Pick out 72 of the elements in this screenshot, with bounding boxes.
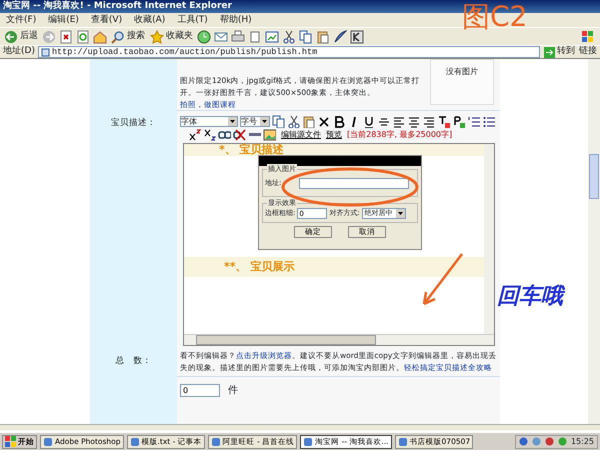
- page-icon: [40, 48, 50, 56]
- toolbar-button[interactable]: 后退: [3, 30, 39, 44]
- subscript-icon[interactable]: [203, 128, 216, 141]
- copy-icon[interactable]: [299, 30, 313, 44]
- delete-icon[interactable]: [317, 115, 330, 128]
- toolbar-button[interactable]: 搜索: [110, 30, 146, 44]
- address-text: http://upload.taobao.com/auction/publish/publish.htm: [52, 47, 318, 57]
- image-icon[interactable]: [263, 128, 276, 141]
- align-center-icon[interactable]: [407, 115, 420, 128]
- links-button[interactable]: 链接: [579, 45, 597, 59]
- windows-logo-icon: [5, 436, 16, 447]
- editor-scrollbar[interactable]: [484, 144, 494, 334]
- dropdown-arrow-icon: [396, 209, 405, 218]
- unit-label: 件: [228, 384, 238, 398]
- address-field[interactable]: http://upload.taobao.com/auction/publish/publish.htm: [38, 46, 540, 58]
- text-color-icon[interactable]: [437, 115, 450, 128]
- menu-item[interactable]: 帮助(H): [220, 13, 252, 27]
- clipboard-icon[interactable]: [302, 115, 315, 128]
- annotation-note: 回车哦: [497, 280, 563, 313]
- page-icon[interactable]: [248, 30, 262, 44]
- font-select[interactable]: 字体: [180, 116, 238, 127]
- address-input[interactable]: [299, 178, 410, 189]
- scissors-icon[interactable]: [287, 115, 300, 128]
- dropdown-arrow-icon: [260, 117, 269, 126]
- align-left-icon[interactable]: [392, 115, 405, 128]
- chart-window-icon[interactable]: [265, 30, 279, 44]
- bold-icon[interactable]: [332, 115, 345, 128]
- k-icon[interactable]: [350, 30, 364, 44]
- preview-link[interactable]: 预览: [326, 128, 342, 140]
- clock: 15:25: [570, 436, 594, 448]
- envelope-icon[interactable]: [214, 30, 228, 44]
- numbered-list-icon[interactable]: [467, 115, 480, 128]
- menu-item[interactable]: 编辑(E): [48, 13, 79, 27]
- source-link[interactable]: 编辑源文件: [281, 128, 321, 140]
- align-right-icon[interactable]: [422, 115, 435, 128]
- character-counter: [当前2838字, 最多25000字]: [347, 128, 452, 140]
- refresh-icon[interactable]: [76, 30, 90, 44]
- address-label: 地址(D): [3, 45, 35, 58]
- menu-item[interactable]: 查看(V): [90, 13, 122, 27]
- go-button[interactable]: 转到: [543, 45, 576, 59]
- section-heading: *、 宝贝描述: [184, 144, 484, 156]
- app-icon: [398, 436, 408, 446]
- menu-item[interactable]: 文件(F): [6, 13, 36, 27]
- toolbar-button[interactable]: 收藏夹: [149, 30, 194, 44]
- printer-icon[interactable]: [231, 30, 245, 44]
- row-label: 总 数：: [114, 355, 152, 368]
- quantity-input[interactable]: 0: [180, 384, 220, 397]
- underline-icon[interactable]: [362, 115, 375, 128]
- section-heading: **、 宝贝展示: [184, 257, 484, 277]
- clock-icon[interactable]: [197, 30, 211, 44]
- copy-icon[interactable]: [272, 115, 285, 128]
- app-icon: [130, 436, 140, 446]
- image-preview: 没有图片: [430, 59, 494, 105]
- stop-icon[interactable]: [59, 30, 73, 44]
- unlink-icon[interactable]: [233, 128, 246, 141]
- scissors-icon[interactable]: [282, 30, 296, 44]
- app-icon: [210, 436, 221, 446]
- menu-item[interactable]: 收藏(A): [134, 13, 166, 27]
- size-select[interactable]: 字号: [240, 116, 270, 127]
- clipboard-icon[interactable]: [316, 30, 330, 44]
- superscript-icon[interactable]: [188, 128, 201, 141]
- search-icon: [111, 30, 125, 44]
- menu-item[interactable]: 工具(T): [177, 13, 208, 27]
- star-icon: [150, 30, 164, 44]
- dropdown-arrow-icon: [228, 117, 237, 126]
- highlight-color-icon[interactable]: [452, 115, 465, 128]
- app-icon: [43, 436, 53, 446]
- bullet-list-icon[interactable]: [482, 115, 495, 128]
- app-icon: [303, 436, 314, 446]
- row-label: 宝贝描述：: [110, 117, 157, 130]
- feather-icon[interactable]: [333, 30, 347, 44]
- scrollbar-thumb[interactable]: [589, 154, 599, 199]
